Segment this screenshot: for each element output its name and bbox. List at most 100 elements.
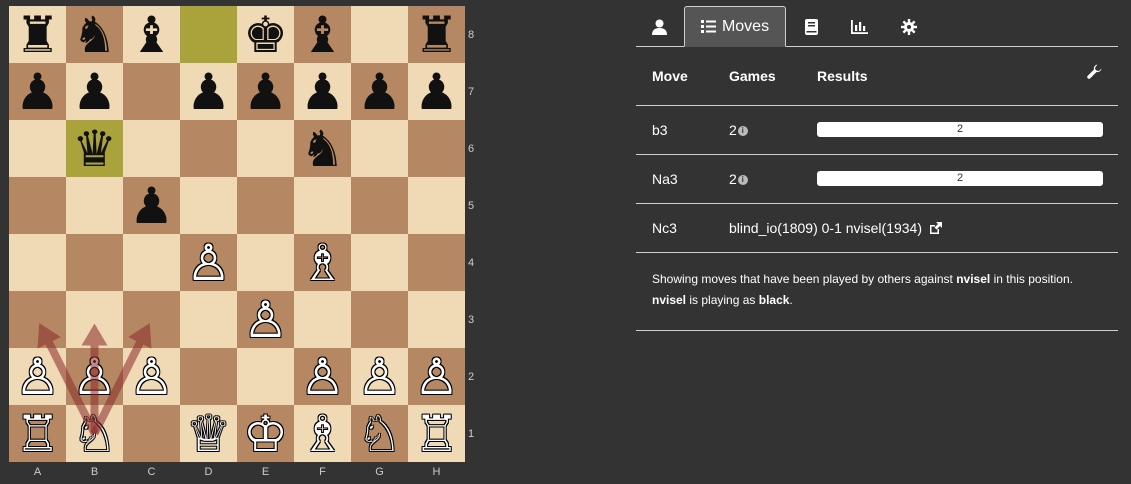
square-b1[interactable]: ♘: [66, 405, 123, 462]
square-e8[interactable]: ♚: [237, 6, 294, 63]
square-a2[interactable]: ♙: [9, 348, 66, 405]
square-b2[interactable]: ♙: [66, 348, 123, 405]
square-e3[interactable]: ♙: [237, 291, 294, 348]
black-knight[interactable]: ♞: [66, 6, 123, 63]
white-pawn[interactable]: ♙: [237, 291, 294, 348]
info-icon[interactable]: i: [737, 125, 748, 136]
square-a8[interactable]: ♜: [9, 6, 66, 63]
square-a5[interactable]: [9, 177, 66, 234]
square-b5[interactable]: [66, 177, 123, 234]
square-e5[interactable]: [237, 177, 294, 234]
square-e6[interactable]: [237, 120, 294, 177]
square-b6[interactable]: ♛: [66, 120, 123, 177]
info-icon[interactable]: i: [737, 174, 748, 185]
wrench-icon[interactable]: [1087, 64, 1102, 79]
white-rook[interactable]: ♖: [408, 405, 465, 462]
square-d4[interactable]: ♙: [180, 234, 237, 291]
table-row[interactable]: b3 2i 2: [636, 105, 1118, 155]
square-g6[interactable]: [351, 120, 408, 177]
square-g2[interactable]: ♙: [351, 348, 408, 405]
square-c7[interactable]: [123, 63, 180, 120]
black-pawn[interactable]: ♟: [294, 63, 351, 120]
square-g1[interactable]: ♘: [351, 405, 408, 462]
square-d1[interactable]: ♕: [180, 405, 237, 462]
black-bishop[interactable]: ♝: [123, 6, 180, 63]
square-f4[interactable]: ♗: [294, 234, 351, 291]
square-d7[interactable]: ♟: [180, 63, 237, 120]
square-a4[interactable]: [9, 234, 66, 291]
white-bishop[interactable]: ♗: [294, 405, 351, 462]
square-h3[interactable]: [408, 291, 465, 348]
tab-stats[interactable]: [846, 6, 872, 47]
square-d8[interactable]: [180, 6, 237, 63]
square-e1[interactable]: ♔: [237, 405, 294, 462]
square-a6[interactable]: [9, 120, 66, 177]
black-pawn[interactable]: ♟: [351, 63, 408, 120]
square-f2[interactable]: ♙: [294, 348, 351, 405]
tab-moves[interactable]: Moves: [684, 6, 786, 47]
square-c5[interactable]: ♟: [123, 177, 180, 234]
black-pawn[interactable]: ♟: [408, 63, 465, 120]
black-pawn[interactable]: ♟: [180, 63, 237, 120]
square-c6[interactable]: [123, 120, 180, 177]
square-c1[interactable]: [123, 405, 180, 462]
square-c4[interactable]: [123, 234, 180, 291]
square-b8[interactable]: ♞: [66, 6, 123, 63]
square-h6[interactable]: [408, 120, 465, 177]
white-pawn[interactable]: ♙: [351, 348, 408, 405]
square-h8[interactable]: ♜: [408, 6, 465, 63]
square-c8[interactable]: ♝: [123, 6, 180, 63]
square-e7[interactable]: ♟: [237, 63, 294, 120]
square-a7[interactable]: ♟: [9, 63, 66, 120]
square-g4[interactable]: [351, 234, 408, 291]
black-bishop[interactable]: ♝: [294, 6, 351, 63]
square-c3[interactable]: [123, 291, 180, 348]
square-f8[interactable]: ♝: [294, 6, 351, 63]
square-h1[interactable]: ♖: [408, 405, 465, 462]
white-queen[interactable]: ♕: [180, 405, 237, 462]
tab-book[interactable]: [798, 6, 824, 47]
black-king[interactable]: ♚: [237, 6, 294, 63]
black-knight[interactable]: ♞: [294, 120, 351, 177]
game-link[interactable]: blind_io(1809) 0-1 nvisel(1934): [729, 220, 922, 236]
white-pawn[interactable]: ♙: [66, 348, 123, 405]
square-f3[interactable]: [294, 291, 351, 348]
white-knight[interactable]: ♘: [66, 405, 123, 462]
white-rook[interactable]: ♖: [9, 405, 66, 462]
white-bishop[interactable]: ♗: [294, 234, 351, 291]
black-pawn[interactable]: ♟: [237, 63, 294, 120]
square-h2[interactable]: ♙: [408, 348, 465, 405]
square-d5[interactable]: [180, 177, 237, 234]
white-pawn[interactable]: ♙: [180, 234, 237, 291]
square-c2[interactable]: ♙: [123, 348, 180, 405]
square-b7[interactable]: ♟: [66, 63, 123, 120]
square-f5[interactable]: [294, 177, 351, 234]
white-pawn[interactable]: ♙: [9, 348, 66, 405]
game-link-cell[interactable]: blind_io(1809) 0-1 nvisel(1934): [713, 203, 1118, 253]
table-row[interactable]: Na3 2i 2: [636, 154, 1118, 204]
square-f1[interactable]: ♗: [294, 405, 351, 462]
square-d2[interactable]: [180, 348, 237, 405]
square-h5[interactable]: [408, 177, 465, 234]
square-a1[interactable]: ♖: [9, 405, 66, 462]
black-pawn[interactable]: ♟: [123, 177, 180, 234]
table-row[interactable]: Nc3 blind_io(1809) 0-1 nvisel(1934): [636, 203, 1118, 253]
square-f7[interactable]: ♟: [294, 63, 351, 120]
black-rook[interactable]: ♜: [408, 6, 465, 63]
tab-settings[interactable]: [896, 6, 922, 47]
black-queen[interactable]: ♛: [66, 120, 123, 177]
square-e4[interactable]: [237, 234, 294, 291]
square-h7[interactable]: ♟: [408, 63, 465, 120]
square-f6[interactable]: ♞: [294, 120, 351, 177]
square-d3[interactable]: [180, 291, 237, 348]
square-g7[interactable]: ♟: [351, 63, 408, 120]
external-link-icon[interactable]: [929, 222, 942, 235]
black-rook[interactable]: ♜: [9, 6, 66, 63]
square-g3[interactable]: [351, 291, 408, 348]
square-a3[interactable]: [9, 291, 66, 348]
chess-board[interactable]: ♜ ♞ ♝ ♚ ♝ ♜ ♟ ♟ ♟ ♟ ♟ ♟ ♟ ♛ ♞ ♟ ♙ ♗ ♙ ♙ ♙ ♙ ♙ ♙ ♙ ♖ ♘ ♕ ♔ ♗ ♘ ♖: [9, 6, 465, 462]
tab-user[interactable]: [646, 6, 672, 47]
square-e2[interactable]: [237, 348, 294, 405]
white-pawn[interactable]: ♙: [294, 348, 351, 405]
white-king[interactable]: ♔: [237, 405, 294, 462]
